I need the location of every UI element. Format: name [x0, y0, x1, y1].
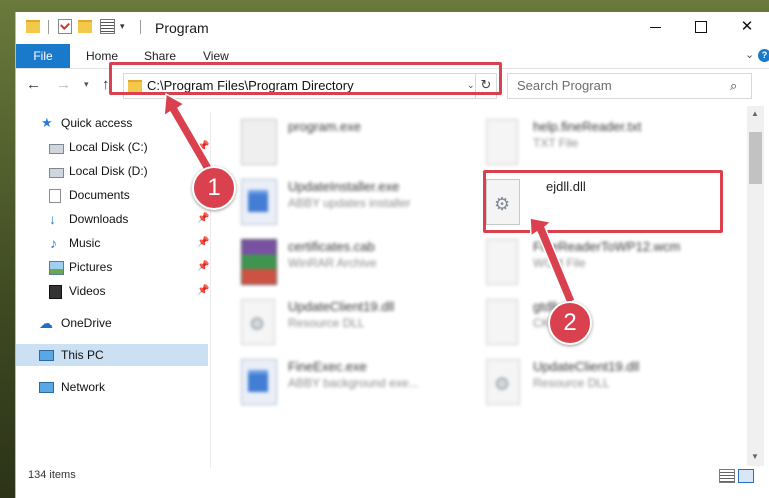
callout-number-2: 2 [548, 301, 592, 345]
arrow-to-address [163, 93, 215, 175]
arrow-to-file [529, 217, 576, 305]
callout-number-1: 1 [192, 166, 236, 210]
callout-arrows [163, 93, 576, 305]
